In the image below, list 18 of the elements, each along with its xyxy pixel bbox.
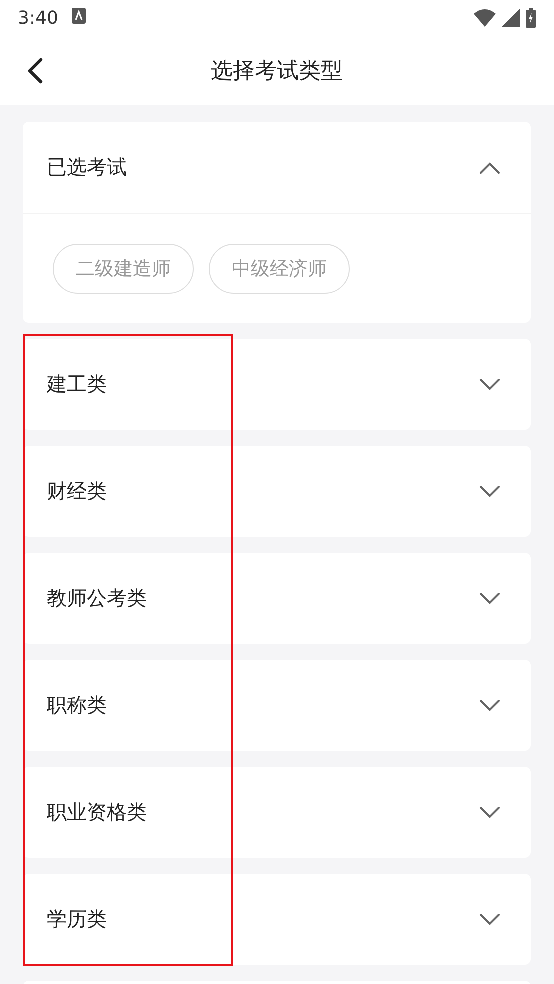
category-label: 职称类: [47, 692, 108, 719]
section-title: 已选考试: [47, 154, 128, 181]
signal-icon: [502, 9, 520, 27]
category-row[interactable]: 教师公考类: [23, 553, 531, 644]
category-row[interactable]: 财经类: [23, 446, 531, 537]
page-title: 选择考试类型: [211, 58, 343, 86]
category-row[interactable]: 建工类: [23, 339, 531, 430]
category-label: 职业资格类: [47, 799, 148, 826]
category-label: 学历类: [47, 906, 108, 933]
wifi-icon: [474, 9, 496, 27]
battery-icon: [526, 8, 536, 28]
category-label: 财经类: [47, 478, 108, 505]
category-row[interactable]: 职业资格类: [23, 767, 531, 858]
category-row[interactable]: 职称类: [23, 660, 531, 751]
category-label: 建工类: [47, 371, 108, 398]
status-time: 3:40: [18, 8, 58, 28]
category-row[interactable]: 学历类: [23, 874, 531, 965]
category-label: 教师公考类: [47, 585, 148, 612]
